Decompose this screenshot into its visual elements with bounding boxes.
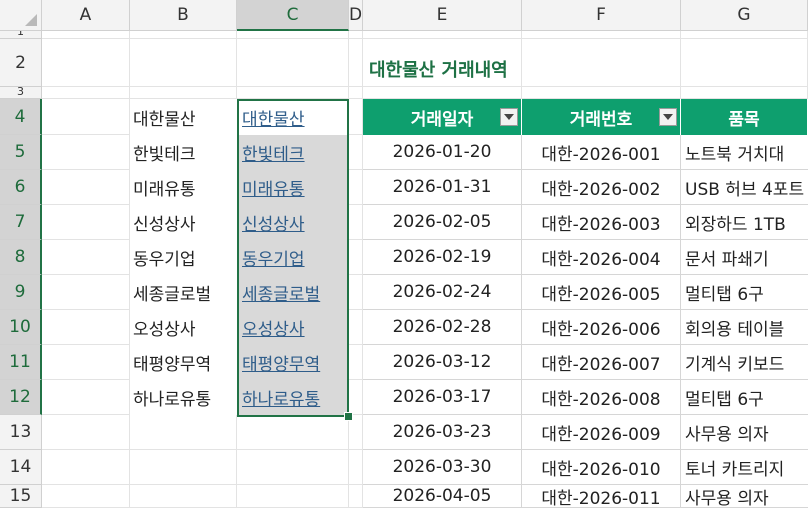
column-header-c[interactable]: C	[237, 0, 349, 31]
company-link-cell[interactable]: 하나로유통	[237, 380, 349, 415]
select-all-icon	[25, 14, 37, 26]
table-header-label: 품목	[728, 109, 760, 130]
gridline-horizontal	[42, 38, 808, 39]
dropdown-arrow-icon	[663, 114, 673, 120]
table-cell[interactable]: 사무용 의자	[681, 415, 808, 450]
column-header-a[interactable]: A	[42, 0, 130, 31]
company-link-cell[interactable]: 세종글로벌	[237, 275, 349, 310]
company-name-cell[interactable]: 하나로유통	[130, 380, 237, 415]
table-cell[interactable]: 노트북 거치대	[681, 135, 808, 170]
sheet-corner[interactable]	[0, 0, 42, 31]
table-cell[interactable]: 2026-03-12	[363, 345, 522, 380]
table-cell[interactable]: 2026-03-23	[363, 415, 522, 450]
company-name-cell[interactable]: 한빛테크	[130, 135, 237, 170]
table-cell[interactable]: 대한-2026-008	[522, 380, 681, 415]
row-header-2[interactable]: 2	[0, 39, 42, 87]
table-cell[interactable]: 대한-2026-011	[522, 485, 681, 508]
company-name-cell[interactable]: 동우기업	[130, 240, 237, 275]
table-cell[interactable]: 대한-2026-004	[522, 240, 681, 275]
table-cell[interactable]: 대한-2026-005	[522, 275, 681, 310]
column-header-b[interactable]: B	[130, 0, 237, 31]
sheet-title[interactable]: 대한물산 거래내역	[363, 51, 613, 87]
company-link-cell[interactable]: 미래유통	[237, 170, 349, 205]
table-cell[interactable]: 대한-2026-002	[522, 170, 681, 205]
table-cell[interactable]: 대한-2026-001	[522, 135, 681, 170]
table-header-label: 거래일자	[410, 109, 474, 130]
fill-handle[interactable]	[344, 412, 353, 421]
company-link-cell[interactable]: 한빛테크	[237, 135, 349, 170]
row-header-14[interactable]: 14	[0, 450, 42, 485]
table-cell[interactable]: 2026-01-20	[363, 135, 522, 170]
company-link-cell[interactable]: 오성상사	[237, 310, 349, 345]
company-name-cell[interactable]: 세종글로벌	[130, 275, 237, 310]
filter-dropdown-button[interactable]	[500, 108, 518, 126]
company-link-cell[interactable]: 동우기업	[237, 240, 349, 275]
table-cell[interactable]: 대한-2026-006	[522, 310, 681, 345]
table-cell[interactable]: 2026-03-17	[363, 380, 522, 415]
table-cell[interactable]: 2026-01-31	[363, 170, 522, 205]
company-link-cell[interactable]: 신성상사	[237, 205, 349, 240]
table-cell[interactable]: 대한-2026-010	[522, 450, 681, 485]
company-name-cell[interactable]: 오성상사	[130, 310, 237, 345]
column-header-g[interactable]: G	[681, 0, 808, 31]
table-cell[interactable]: 회의용 테이블	[681, 310, 808, 345]
company-name-cell[interactable]: 대한물산	[130, 99, 237, 135]
row-header-13[interactable]: 13	[0, 415, 42, 450]
company-name-cell[interactable]: 신성상사	[130, 205, 237, 240]
filter-dropdown-button[interactable]	[659, 108, 677, 126]
table-header-cell[interactable]: 거래번호	[522, 99, 681, 135]
company-link-cell[interactable]: 대한물산	[237, 99, 349, 135]
row-header-8[interactable]: 8	[0, 240, 42, 275]
row-header-9[interactable]: 9	[0, 275, 42, 310]
row-header-12[interactable]: 12	[0, 380, 42, 415]
table-cell[interactable]: 대한-2026-007	[522, 345, 681, 380]
table-cell[interactable]: USB 허브 4포트	[681, 170, 808, 205]
company-link-cell[interactable]: 태평양무역	[237, 345, 349, 380]
column-header-d[interactable]: D	[349, 0, 363, 31]
table-cell[interactable]: 2026-03-30	[363, 450, 522, 485]
table-cell[interactable]: 대한-2026-003	[522, 205, 681, 240]
table-cell[interactable]: 멀티탭 6구	[681, 380, 808, 415]
row-header-7[interactable]: 7	[0, 205, 42, 240]
dropdown-arrow-icon	[504, 114, 514, 120]
table-cell[interactable]: 사무용 의자	[681, 485, 808, 508]
column-header-f[interactable]: F	[522, 0, 681, 31]
table-cell[interactable]: 2026-02-19	[363, 240, 522, 275]
row-header-4[interactable]: 4	[0, 99, 42, 135]
table-cell[interactable]: 2026-02-24	[363, 275, 522, 310]
table-cell[interactable]: 토너 카트리지	[681, 450, 808, 485]
table-cell[interactable]: 외장하드 1TB	[681, 205, 808, 240]
row-header-10[interactable]: 10	[0, 310, 42, 345]
table-cell[interactable]: 2026-04-05	[363, 485, 522, 508]
company-name-cell[interactable]: 태평양무역	[130, 345, 237, 380]
row-header-11[interactable]: 11	[0, 345, 42, 380]
column-header-e[interactable]: E	[363, 0, 522, 31]
row-header-15[interactable]: 15	[0, 485, 42, 508]
table-header-cell[interactable]: 품목	[681, 99, 808, 135]
table-cell[interactable]: 멀티탭 6구	[681, 275, 808, 310]
row-header-6[interactable]: 6	[0, 170, 42, 205]
row-header-1[interactable]: 1	[0, 31, 42, 39]
table-header-label: 거래번호	[569, 109, 633, 130]
table-cell[interactable]: 문서 파쇄기	[681, 240, 808, 275]
row-header-3[interactable]: 3	[0, 87, 42, 99]
table-cell[interactable]: 기계식 키보드	[681, 345, 808, 380]
company-name-cell[interactable]: 미래유통	[130, 170, 237, 205]
table-header-cell[interactable]: 거래일자	[363, 99, 522, 135]
row-header-5[interactable]: 5	[0, 135, 42, 170]
table-cell[interactable]: 대한-2026-009	[522, 415, 681, 450]
table-cell[interactable]: 2026-02-05	[363, 205, 522, 240]
table-cell[interactable]: 2026-02-28	[363, 310, 522, 345]
